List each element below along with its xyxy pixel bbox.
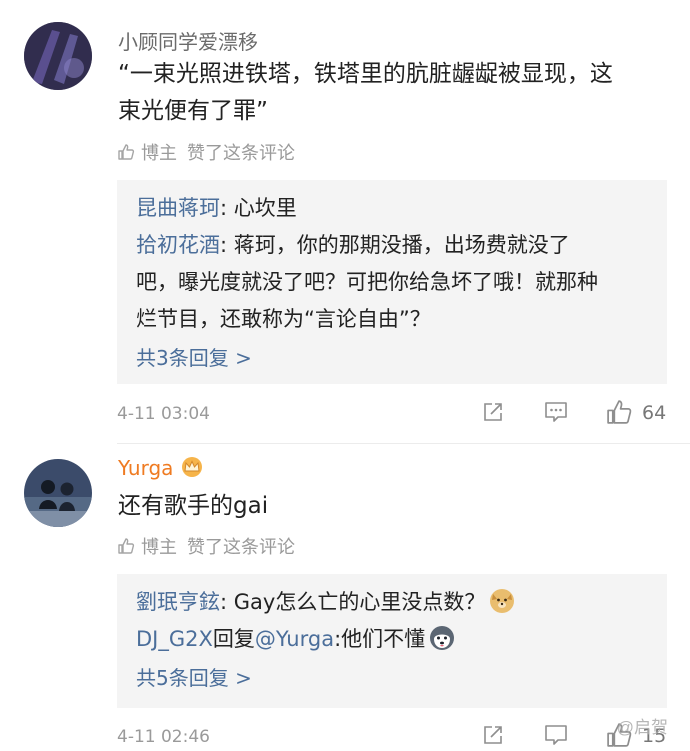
comment-text: “一束光照进铁塔，铁塔里的肮脏龌龊被显现，这 束光便有了罪” [118, 56, 662, 130]
comment-text: 还有歌手的gai [118, 493, 269, 519]
more-replies-link[interactable]: 共5条回复 > [136, 660, 649, 697]
reply-item: 拾初花酒: 蒋珂，你的那期没播，出场费就没了吧，曝光度就没了吧？可把你给急坏了哦… [136, 227, 649, 338]
thumbs-up-icon [118, 538, 135, 554]
comment-username[interactable]: 小顾同学爱漂移 [118, 26, 258, 55]
like-count: 64 [642, 402, 667, 424]
doge-emoji-icon [490, 589, 515, 613]
comment-text-line: “一束光照进铁塔，铁塔里的肮脏龌龊被显现，这 [118, 61, 613, 87]
reply-item: DJ_G2X回复@Yurga:他们不懂 [136, 621, 649, 658]
divider [117, 443, 690, 444]
reply-username[interactable]: 昆曲蒋珂 [136, 196, 220, 220]
reply-text: : 蒋珂，你的那期没播，出场费就没了 [220, 233, 570, 257]
thumbs-up-icon [118, 144, 135, 160]
reply-username[interactable]: DJ_G2X [136, 627, 213, 651]
liked-text: 赞了这条评论 [187, 537, 295, 558]
reply-text: 吧，曝光度就没了吧？可把你给急坏了哦！就那种 [136, 270, 598, 294]
vip-crown-icon [182, 457, 203, 477]
reply-item: 劉珉亨鉉: Gay怎么亡的心里没点数？ [136, 584, 649, 621]
like-icon[interactable] [605, 398, 633, 426]
author-label: 博主 [141, 143, 177, 164]
replies-box[interactable]: 昆曲蒋珂: 心坎里 拾初花酒: 蒋珂，你的那期没播，出场费就没了吧，曝光度就没了… [117, 180, 667, 384]
watermark: @启贺 [616, 718, 668, 737]
forward-icon[interactable] [481, 723, 505, 747]
comment-meta: 4-11 03:04 64 [117, 400, 667, 428]
reply-text: 烂节目，还敢称为“言论自由”？ [136, 307, 431, 331]
comment-icon[interactable] [543, 723, 569, 747]
comment-text-line: 束光便有了罪” [118, 98, 268, 124]
author-liked-note: 博主 赞了这条评论 [117, 533, 295, 559]
comment-icon[interactable] [543, 400, 569, 424]
reply-text: 回复 [212, 627, 255, 651]
reply-username[interactable]: 拾初花酒 [136, 233, 220, 257]
replies-box[interactable]: 劉珉亨鉉: Gay怎么亡的心里没点数？ DJ_G2X回复@Yurga:他们不懂 … [117, 574, 667, 708]
forward-icon[interactable] [481, 400, 505, 424]
timestamp: 4-11 02:46 [117, 727, 210, 747]
reply-username[interactable]: 劉珉亨鉉 [136, 590, 220, 614]
reply-text: :他们不懂 [334, 627, 426, 651]
reply-text: : 心坎里 [220, 196, 297, 220]
username-text[interactable]: Yurga [118, 456, 173, 480]
reply-text: : Gay怎么亡的心里没点数？ [220, 590, 486, 614]
avatar[interactable] [24, 22, 92, 90]
author-label: 博主 [141, 537, 177, 558]
mention-link[interactable]: @Yurga [255, 627, 334, 651]
author-liked-note: 博主 赞了这条评论 [117, 139, 295, 165]
avatar[interactable] [24, 459, 92, 527]
liked-text: 赞了这条评论 [187, 143, 295, 164]
more-replies-link[interactable]: 共3条回复 > [136, 340, 649, 377]
husky-emoji-icon [430, 626, 455, 650]
comment-meta: 4-11 02:46 15 [117, 723, 667, 751]
timestamp: 4-11 03:04 [117, 404, 210, 424]
comment-username[interactable]: Yurga [118, 456, 205, 480]
reply-item: 昆曲蒋珂: 心坎里 [136, 190, 649, 227]
